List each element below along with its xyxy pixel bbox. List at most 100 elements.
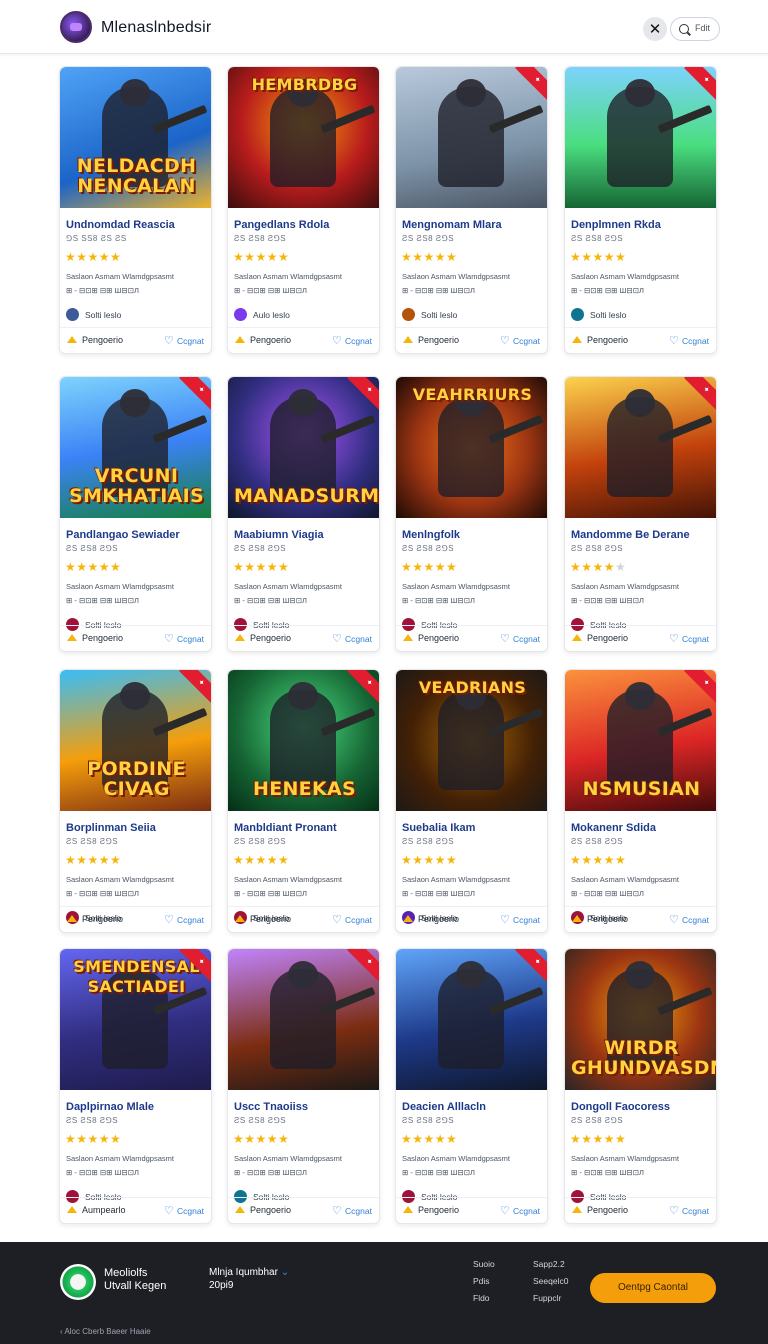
favorite-button[interactable]: Ccgnat <box>177 1206 204 1216</box>
heart-icon[interactable]: ♡ <box>669 334 679 347</box>
favorite-button[interactable]: Ccgnat <box>345 915 372 925</box>
favorite-button[interactable]: Ccgnat <box>513 1206 540 1216</box>
favorite-button[interactable]: Ccgnat <box>177 634 204 644</box>
game-card[interactable]: ✦ Denplmnen Rkda ƧS ƧS8 Ƨ⅁S ★★★★★ Saslao… <box>564 66 717 354</box>
footer-link[interactable]: Fuppclr <box>533 1293 561 1303</box>
card-title[interactable]: Daplpirnao Mlale <box>66 1101 154 1113</box>
card-category[interactable]: Pengoerio <box>587 1205 628 1215</box>
card-title[interactable]: Pandlangao Sewiader <box>66 529 180 541</box>
card-title[interactable]: Menlngfolk <box>402 529 460 541</box>
game-card[interactable]: VEADRIANS Suebalia Ikam ƧS ƧS8 Ƨ⅁S ★★★★★… <box>395 669 548 933</box>
game-thumbnail[interactable]: WIRDR GHUNDVASDN <box>565 949 716 1090</box>
game-card[interactable]: MANADSURM ✦ Maabiumn Viagia ƧS ƧS8 Ƨ⅁S ★… <box>227 376 380 652</box>
heart-icon[interactable]: ♡ <box>164 632 174 645</box>
game-thumbnail[interactable]: ✦ <box>565 377 716 518</box>
heart-icon[interactable]: ♡ <box>669 632 679 645</box>
app-logo-icon[interactable] <box>60 11 92 43</box>
game-card[interactable]: VRCUNI SMKHATIAIS ✦ Pandlangao Sewiader … <box>59 376 212 652</box>
favorite-button[interactable]: Ccgnat <box>513 634 540 644</box>
footer-section-title[interactable]: Mlnja Iqumbhar ⌄ <box>209 1267 289 1278</box>
heart-icon[interactable]: ♡ <box>164 1204 174 1217</box>
heart-icon[interactable]: ♡ <box>500 334 510 347</box>
favorite-button[interactable]: Ccgnat <box>682 915 709 925</box>
card-title[interactable]: Suebalia Ikam <box>402 822 475 834</box>
favorite-button[interactable]: Ccgnat <box>345 1206 372 1216</box>
card-title[interactable]: Mokanenr Sdida <box>571 822 656 834</box>
favorite-button[interactable]: Ccgnat <box>513 915 540 925</box>
game-thumbnail[interactable]: HEMBRDBG <box>228 67 379 208</box>
heart-icon[interactable]: ♡ <box>332 334 342 347</box>
card-category[interactable]: Pengoerio <box>418 335 459 345</box>
card-category[interactable]: Pengoerio <box>418 914 459 924</box>
game-thumbnail[interactable]: PORDINE CIVAG ✦ <box>60 670 211 811</box>
card-category[interactable]: Pengoerio <box>82 633 123 643</box>
favorite-button[interactable]: Ccgnat <box>682 634 709 644</box>
game-card[interactable]: ✦ Mengnomam Mlara ƧS ƧS8 Ƨ⅁S ★★★★★ Sasla… <box>395 66 548 354</box>
card-title[interactable]: Pangedlans Rdola <box>234 219 329 231</box>
game-thumbnail[interactable]: NSMUSIAN ✦ <box>565 670 716 811</box>
game-thumbnail[interactable]: ✦ <box>565 67 716 208</box>
game-card[interactable]: NSMUSIAN ✦ Mokanenr Sdida ƧS ƧS8 Ƨ⅁S ★★★… <box>564 669 717 933</box>
heart-icon[interactable]: ♡ <box>500 1204 510 1217</box>
favorite-button[interactable]: Ccgnat <box>177 915 204 925</box>
footer-link[interactable]: Fldo <box>473 1293 490 1303</box>
card-category[interactable]: Pengoerio <box>250 1205 291 1215</box>
favorite-button[interactable]: Ccgnat <box>682 1206 709 1216</box>
favorite-button[interactable]: Ccgnat <box>682 336 709 346</box>
card-category[interactable]: Pengoerio <box>250 914 291 924</box>
card-category[interactable]: Pengoerio <box>250 335 291 345</box>
heart-icon[interactable]: ♡ <box>500 632 510 645</box>
card-title[interactable]: Undnomdad Reascia <box>66 219 175 231</box>
heart-icon[interactable]: ♡ <box>332 913 342 926</box>
close-button[interactable]: ✕ <box>643 17 667 41</box>
heart-icon[interactable]: ♡ <box>669 1204 679 1217</box>
game-card[interactable]: HEMBRDBG Pangedlans Rdola ƧS ƧS8 Ƨ⅁S ★★★… <box>227 66 380 354</box>
card-title[interactable]: Borplinman Seiia <box>66 822 156 834</box>
card-category[interactable]: Pengoerio <box>250 633 291 643</box>
game-card[interactable]: ✦ Mandomme Be Derane ƧS ƧS8 Ƨ⅁S ★★★★★ Sa… <box>564 376 717 652</box>
game-card[interactable]: ✦ Uscc Tnaoiiss ƧS ƧS8 Ƨ⅁S ★★★★★ Saslaon… <box>227 948 380 1224</box>
heart-icon[interactable]: ♡ <box>500 913 510 926</box>
game-card[interactable]: ✦ Deacien Alllacln ƧS ƧS8 Ƨ⅁S ★★★★★ Sasl… <box>395 948 548 1224</box>
game-card[interactable]: HENEKAS ✦ Manbldiant Pronant ƧS ƧS8 Ƨ⅁S … <box>227 669 380 933</box>
game-card[interactable]: SMENDENSAL SACTIADEI ✦ Daplpirnao Mlale … <box>59 948 212 1224</box>
heart-icon[interactable]: ♡ <box>332 632 342 645</box>
footer-cta-button[interactable]: Oentpg Caontal <box>590 1273 716 1303</box>
game-thumbnail[interactable]: ✦ <box>228 949 379 1090</box>
card-category[interactable]: Pengoerio <box>587 914 628 924</box>
game-thumbnail[interactable]: HENEKAS ✦ <box>228 670 379 811</box>
card-title[interactable]: Mengnomam Mlara <box>402 219 502 231</box>
card-category[interactable]: Pengoerio <box>587 335 628 345</box>
game-thumbnail[interactable]: SMENDENSAL SACTIADEI ✦ <box>60 949 211 1090</box>
card-category[interactable]: Pengoerio <box>418 1205 459 1215</box>
footer-link[interactable]: Suoio <box>473 1259 495 1269</box>
footer-link[interactable]: Sapp2.2 <box>533 1259 565 1269</box>
favorite-button[interactable]: Ccgnat <box>345 634 372 644</box>
card-title[interactable]: Dongoll Faocoress <box>571 1101 670 1113</box>
game-card[interactable]: WIRDR GHUNDVASDN Dongoll Faocoress ƧS ƧS… <box>564 948 717 1224</box>
card-category[interactable]: Aumpearlo <box>82 1205 126 1215</box>
game-card[interactable]: NELDACDH NENCALAN Undnomdad Reascia ⅁S S… <box>59 66 212 354</box>
card-title[interactable]: Denplmnen Rkda <box>571 219 661 231</box>
game-card[interactable]: PORDINE CIVAG ✦ Borplinman Seiia ƧS ƧS8 … <box>59 669 212 933</box>
game-thumbnail[interactable]: VEAHRRIURS <box>396 377 547 518</box>
card-title[interactable]: Deacien Alllacln <box>402 1101 486 1113</box>
card-title[interactable]: Mandomme Be Derane <box>571 529 690 541</box>
card-title[interactable]: Manbldiant Pronant <box>234 822 337 834</box>
game-thumbnail[interactable]: VRCUNI SMKHATIAIS ✦ <box>60 377 211 518</box>
favorite-button[interactable]: Ccgnat <box>177 336 204 346</box>
favorite-button[interactable]: Ccgnat <box>345 336 372 346</box>
footer-link[interactable]: Pdis <box>473 1276 490 1286</box>
game-card[interactable]: VEAHRRIURS Menlngfolk ƧS ƧS8 Ƨ⅁S ★★★★★ S… <box>395 376 548 652</box>
search-button[interactable]: Fdit <box>670 17 720 41</box>
heart-icon[interactable]: ♡ <box>164 913 174 926</box>
game-thumbnail[interactable]: ✦ <box>396 67 547 208</box>
card-title[interactable]: Maabiumn Viagia <box>234 529 324 541</box>
footer-link[interactable]: Seeqelc0 <box>533 1276 568 1286</box>
card-category[interactable]: Pengoerio <box>82 335 123 345</box>
card-category[interactable]: Pengoerio <box>82 914 123 924</box>
heart-icon[interactable]: ♡ <box>332 1204 342 1217</box>
card-category[interactable]: Pengoerio <box>587 633 628 643</box>
game-thumbnail[interactable]: VEADRIANS <box>396 670 547 811</box>
card-category[interactable]: Pengoerio <box>418 633 459 643</box>
